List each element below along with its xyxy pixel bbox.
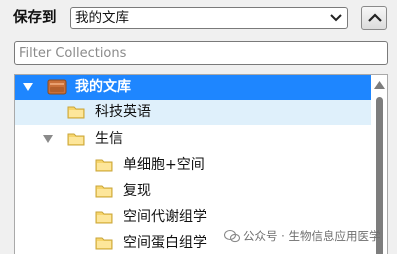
folder-icon [95, 237, 113, 250]
tree-row-shengxin[interactable]: 生信 [15, 127, 371, 152]
collapse-button[interactable] [361, 6, 387, 30]
tree-label-my-library: 我的文库 [75, 79, 131, 95]
save-to-label: 保存到 [13, 10, 57, 26]
folder-icon [95, 211, 113, 224]
tree-row-spatial-metabolomics[interactable]: 空间代谢组学 [15, 205, 371, 230]
tree-label: 复现 [123, 183, 151, 199]
chevron-down-icon [330, 14, 342, 22]
tree-label: 空间蛋白组学 [123, 235, 207, 251]
tree-row-single-cell[interactable]: 单细胞+空间 [15, 153, 371, 178]
expand-triangle-icon[interactable] [43, 135, 53, 143]
save-to-panel: 保存到 我的文库 我的文库 [0, 0, 397, 254]
folder-icon [67, 133, 85, 146]
wechat-icon [224, 229, 240, 243]
library-icon [47, 79, 67, 95]
scroll-up-arrow-icon[interactable] [374, 81, 385, 89]
folder-icon [95, 185, 113, 198]
tree-label: 空间代谢组学 [123, 209, 207, 225]
tree-row-fuxian[interactable]: 复现 [15, 179, 371, 204]
tree-row-keji-yingyu[interactable]: 科技英语 [15, 100, 371, 125]
tree-label: 单细胞+空间 [123, 157, 205, 173]
save-to-dropdown[interactable]: 我的文库 [70, 7, 348, 29]
save-to-selected-value: 我的文库 [75, 10, 129, 26]
collections-tree: 我的文库 科技英语 生信 单细胞+空间 复现 空间代谢组学 空间蛋白组学 [14, 74, 388, 254]
folder-icon [67, 106, 85, 119]
tree-row-my-library[interactable]: 我的文库 [15, 75, 371, 100]
chevron-up-icon [368, 13, 382, 22]
tree-label: 科技英语 [95, 104, 151, 120]
filter-collections-input[interactable] [14, 41, 388, 65]
folder-icon [95, 159, 113, 172]
watermark: 公众号 · 生物信息应用医学 [224, 228, 380, 244]
expand-triangle-icon[interactable] [23, 83, 33, 91]
tree-label: 生信 [95, 131, 123, 147]
watermark-text: 公众号 · 生物信息应用医学 [243, 229, 381, 243]
